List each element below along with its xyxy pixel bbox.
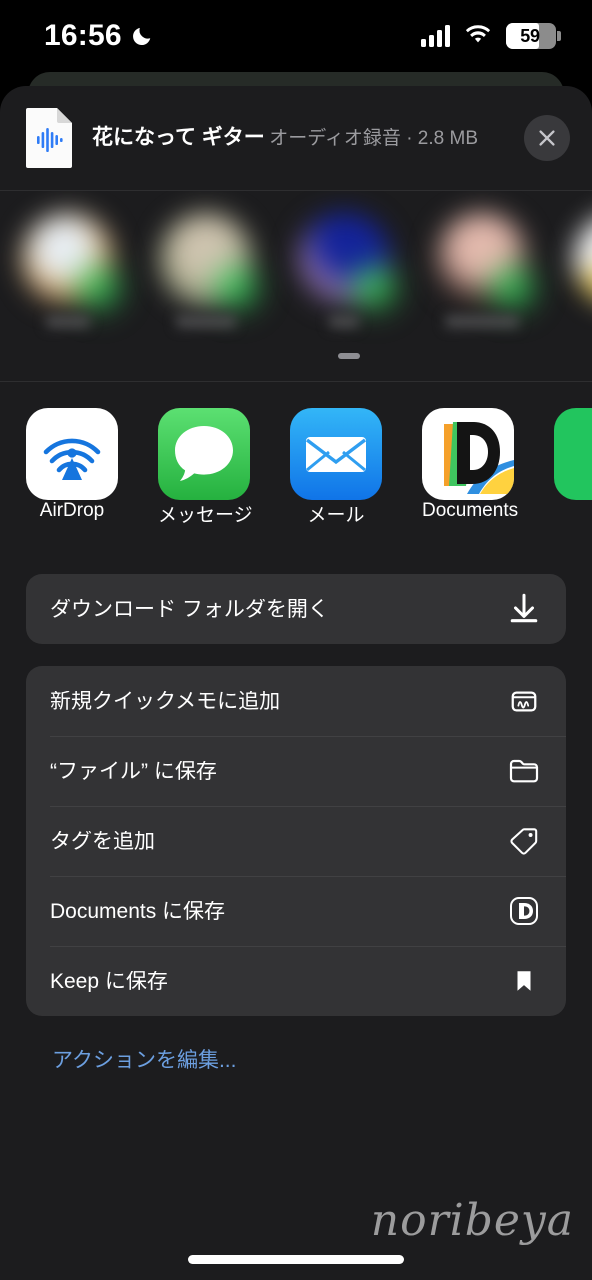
contact-item[interactable] [574,213,592,305]
action-row-quick-note[interactable]: 新規クイックメモに追加 [26,666,566,736]
avatar [160,213,256,307]
mail-icon [290,408,382,500]
action-row-add-tag[interactable]: タグを追加 [26,806,566,876]
airdrop-icon [26,408,118,500]
wifi-icon [464,25,492,47]
edit-actions-link[interactable]: アクションを編集... [26,1038,262,1074]
app-item-airdrop[interactable]: AirDrop [26,408,118,522]
app-item-documents[interactable]: Documents [422,408,518,522]
messages-badge-icon [354,267,394,307]
action-label: タグを追加 [50,830,155,852]
contact-item[interactable] [298,213,394,359]
app-item-messages[interactable]: メッセージ [158,408,253,527]
audio-document-icon [24,107,74,169]
action-label: ダウンロード フォルダを開く [50,598,329,620]
battery-indicator: 59 [506,23,561,49]
documents-icon [422,408,514,500]
contact-name-redacted [329,315,359,328]
app-label: メール [307,505,365,526]
app-label: Documents [422,500,519,521]
home-indicator[interactable] [188,1255,404,1264]
messages-badge-icon [492,267,532,307]
crescent-moon-icon [131,25,153,47]
file-subtitle: オーディオ録音 · 2.8 MB [269,128,478,150]
share-sheet: 花になって ギター オーディオ録音 · 2.8 MB AirDrop メッセージ… [0,86,592,1280]
documents-badge-icon [504,891,544,931]
cellular-signal-icon [421,25,450,47]
contact-name-redacted [46,315,90,328]
share-sheet-header: 花になって ギター オーディオ録音 · 2.8 MB [0,86,592,190]
avatar [574,213,592,305]
file-info: 花になって ギター オーディオ録音 · 2.8 MB [92,124,506,152]
battery-percent: 59 [520,25,540,46]
status-bar-left: 16:56 [44,19,153,53]
avatar [22,213,118,307]
close-icon [539,130,555,146]
primary-action-card: ダウンロード フォルダを開く [26,574,566,644]
action-cards: ダウンロード フォルダを開く 新規クイックメモに追加 “ファイル” に保存 タグ… [0,574,592,1074]
avatar [436,213,532,307]
contact-item[interactable] [160,213,256,328]
status-bar: 16:56 59 [0,0,592,72]
file-title: 花になって ギター [92,126,265,150]
contact-item[interactable] [436,213,532,328]
action-label: “ファイル” に保存 [50,760,217,782]
apps-row[interactable]: AirDrop メッセージ メール Documents [0,382,592,574]
messages-badge-icon [78,267,118,307]
action-row-save-to-keep[interactable]: Keep に保存 [26,946,566,1016]
tag-icon [504,821,544,861]
action-label: Keep に保存 [50,970,168,992]
app-item-mail[interactable]: メール [290,408,382,527]
app-label: メッセージ [158,505,253,526]
action-row-save-to-documents[interactable]: Documents に保存 [26,876,566,946]
avatar [298,213,394,307]
contacts-row[interactable] [0,191,592,381]
close-button[interactable] [524,115,570,161]
secondary-action-card: 新規クイックメモに追加 “ファイル” に保存 タグを追加 Documents に… [26,666,566,1016]
contact-item[interactable] [22,213,118,328]
contact-name-redacted [445,315,519,328]
action-row-open-downloads[interactable]: ダウンロード フォルダを開く [26,574,566,644]
messages-icon [158,408,250,500]
status-bar-right: 59 [421,23,561,49]
action-label: Documents に保存 [50,900,226,922]
bookmark-icon [504,961,544,1001]
download-icon [504,589,544,629]
app-label: AirDrop [39,500,105,521]
quick-note-icon [504,681,544,721]
green-app-icon [554,408,592,500]
status-time: 16:56 [44,19,122,52]
contact-name-redacted [176,315,236,328]
action-label: 新規クイックメモに追加 [50,690,281,712]
messages-badge-icon [216,267,256,307]
app-item-green[interactable] [554,408,592,500]
action-row-save-to-files[interactable]: “ファイル” に保存 [26,736,566,806]
contact-name-dash [338,353,360,359]
folder-icon [504,751,544,791]
